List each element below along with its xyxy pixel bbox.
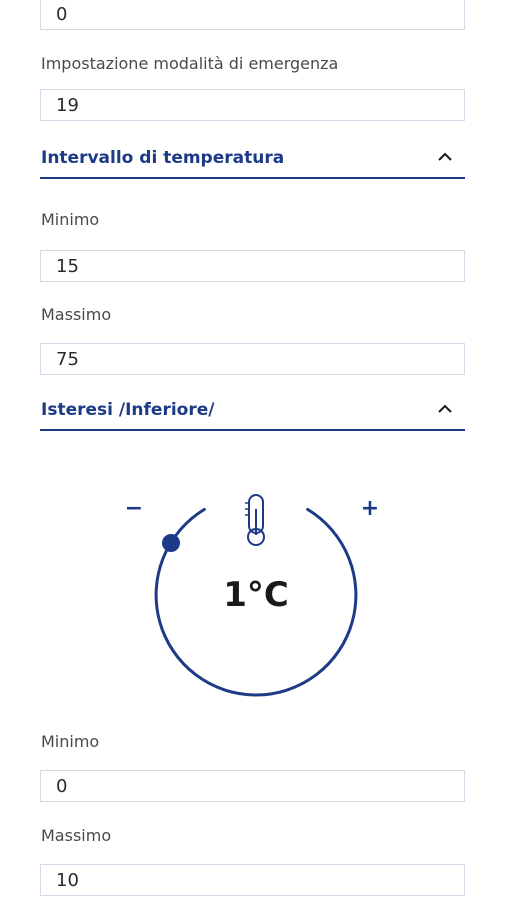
- emergency-mode-input[interactable]: [40, 89, 465, 121]
- hysteresis-min-label: Minimo: [41, 732, 100, 751]
- hysteresis-header[interactable]: Isteresi /Inferiore/: [40, 397, 465, 431]
- temperature-range-header[interactable]: Intervallo di temperatura: [40, 145, 465, 179]
- hysteresis-max-label: Massimo: [41, 826, 112, 845]
- chevron-up-icon: [438, 404, 452, 413]
- temperature-min-input[interactable]: [40, 250, 465, 282]
- temperature-max-label: Massimo: [41, 305, 112, 324]
- emergency-mode-label: Impostazione modalità di emergenza: [41, 54, 339, 73]
- dial-handle[interactable]: [162, 534, 180, 552]
- hysteresis-min-input[interactable]: [40, 770, 465, 802]
- thermometer-icon: [245, 494, 265, 546]
- dial-value: 1°C: [223, 575, 289, 615]
- hysteresis-dial[interactable]: − + 1°C: [118, 485, 394, 705]
- page: Impostazione modalità di emergenza Inter…: [0, 0, 506, 900]
- temperature-range-title: Intervallo di temperatura: [41, 148, 285, 168]
- chevron-up-icon: [438, 152, 452, 161]
- temperature-max-input[interactable]: [40, 343, 465, 375]
- hysteresis-max-input[interactable]: [40, 864, 465, 896]
- top-field-input[interactable]: [40, 0, 465, 30]
- temperature-min-label: Minimo: [41, 210, 100, 229]
- hysteresis-title: Isteresi /Inferiore/: [41, 400, 215, 420]
